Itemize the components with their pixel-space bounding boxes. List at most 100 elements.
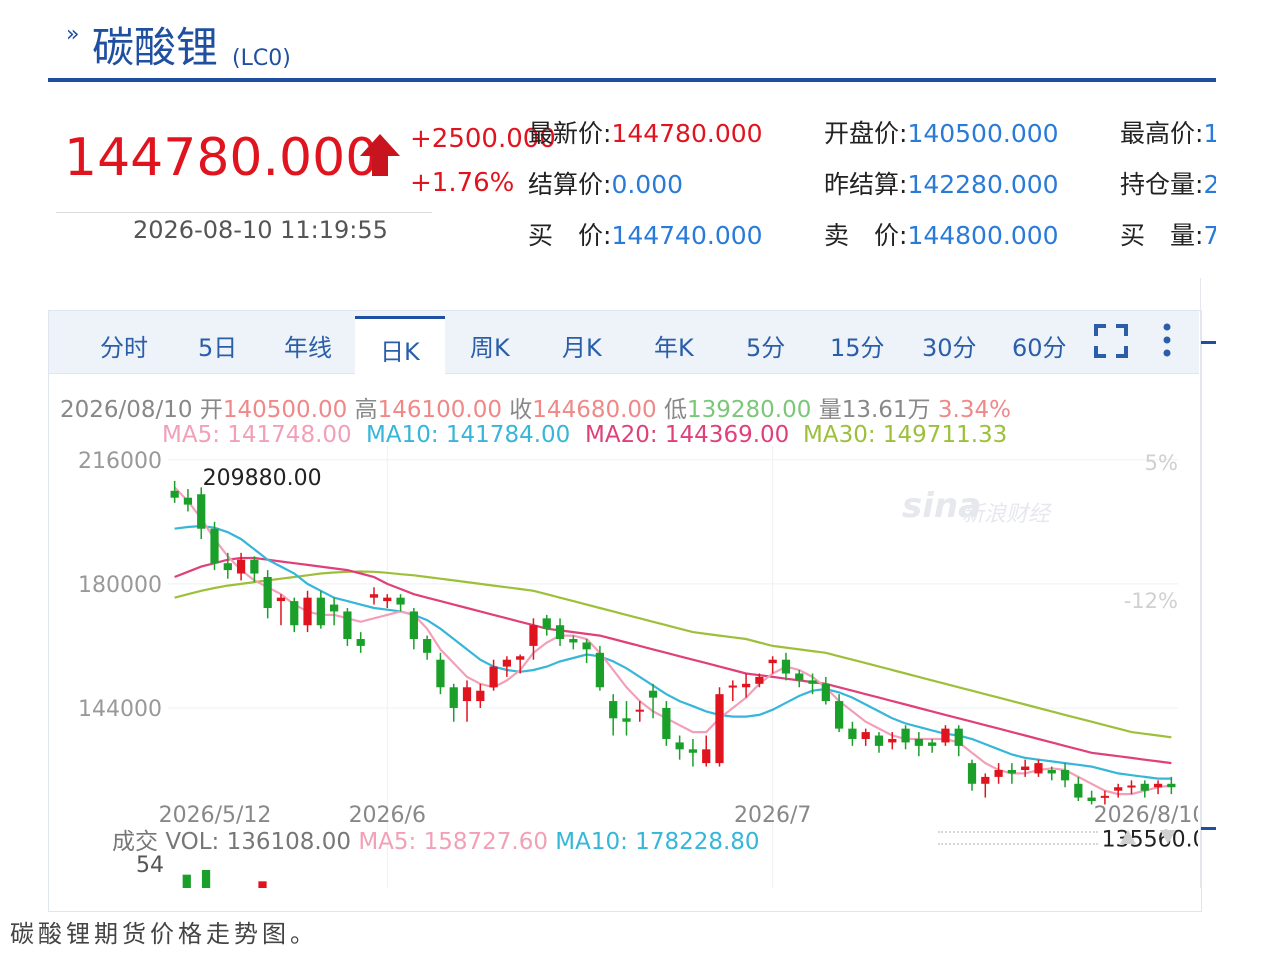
tab-3[interactable]: 日K	[380, 332, 420, 367]
candle-body	[901, 728, 910, 743]
candle-body	[1087, 797, 1096, 802]
pct-value: 3.34%	[937, 397, 1011, 423]
candle-body	[316, 597, 325, 626]
candle-body	[1127, 785, 1136, 788]
candle-body	[914, 738, 923, 746]
candle-body	[808, 680, 817, 684]
candle-body	[329, 604, 339, 612]
quote-cell: 开盘价:140500.000	[824, 114, 1059, 150]
tab-1[interactable]: 5日	[198, 328, 237, 363]
candle-body	[529, 625, 538, 646]
tab-0[interactable]: 分时	[100, 328, 148, 363]
candle-body	[861, 732, 870, 739]
quote-label: 开盘价:	[824, 119, 908, 148]
candle-body	[967, 763, 977, 784]
tab-2[interactable]: 年线	[284, 328, 332, 363]
page-title: 碳酸锂	[92, 23, 219, 72]
candle-body	[516, 656, 525, 660]
candle-body	[356, 639, 365, 646]
quote-cell: 买 价:144740.000	[528, 216, 763, 252]
tab-5[interactable]: 月K	[562, 328, 602, 363]
tab-8[interactable]: 15分	[830, 328, 885, 363]
tab-10[interactable]: 60分	[1012, 328, 1067, 363]
y-tick-label: 144000	[78, 697, 162, 722]
low-label: 低	[664, 397, 687, 423]
fullscreen-icon[interactable]	[1094, 324, 1128, 358]
candle-body	[635, 709, 644, 712]
candle-body	[369, 594, 379, 598]
candle-body	[941, 728, 950, 743]
candle-body	[183, 497, 193, 505]
candle-body	[1047, 770, 1056, 774]
candle-body	[449, 687, 458, 708]
candle-body	[609, 701, 618, 719]
candle-body	[383, 597, 392, 602]
quote-label: 结算价:	[528, 170, 612, 199]
candle-body	[741, 683, 751, 688]
quote-label: 卖 价:	[824, 221, 908, 250]
volume-bar	[182, 874, 191, 888]
candle-body	[502, 659, 512, 667]
open-value: 140500.00	[222, 397, 348, 423]
candle-body	[688, 749, 698, 753]
price-change-pct: +1.76%	[410, 168, 515, 198]
title-divider	[48, 78, 1216, 82]
candle-body	[834, 701, 844, 729]
candle-body	[954, 728, 963, 746]
vol-label: 量	[818, 397, 842, 423]
candle-body	[595, 652, 605, 688]
quote-cell: 持仓量:2	[1120, 165, 1216, 201]
up-arrow-icon	[360, 134, 400, 176]
tab-7[interactable]: 5分	[746, 328, 785, 363]
candle-body	[675, 742, 684, 750]
candle-body	[821, 683, 830, 702]
quote-label: 最高价:	[1120, 119, 1204, 148]
candle-body	[1007, 770, 1017, 774]
candle-body	[170, 490, 179, 498]
quote-cell: 最新价:144780.000	[528, 114, 763, 150]
candle-body	[1100, 795, 1110, 798]
quote-cell: 最高价:1	[1120, 114, 1216, 150]
candle-body	[462, 687, 472, 702]
candle-body	[1114, 787, 1123, 791]
candle-body	[303, 597, 312, 626]
candle-body	[436, 659, 445, 688]
candle-body	[1034, 763, 1043, 774]
more-menu-icon[interactable]	[1160, 322, 1174, 358]
quote-label: 买 量:	[1120, 221, 1204, 250]
double-chevron-icon: »	[66, 22, 80, 47]
quote-value: 144740.000	[611, 221, 763, 250]
volume-scroll-track[interactable]	[938, 831, 1098, 845]
candle-body	[1060, 770, 1070, 781]
quote-value: 2	[1203, 170, 1216, 199]
high-value: 146100.00	[377, 397, 502, 423]
current-price: 144780.000	[64, 128, 379, 188]
pct-axis-label: 5%	[1145, 451, 1178, 475]
quote-cell: 卖 价:144800.000	[824, 216, 1059, 252]
candle-body	[290, 601, 299, 626]
scroll-arrows-icon[interactable]	[1116, 828, 1176, 846]
tab-4[interactable]: 周K	[470, 328, 510, 363]
volume-bar	[201, 870, 211, 888]
candle-body	[1021, 766, 1030, 770]
candle-body	[555, 625, 565, 640]
candle-body	[994, 770, 1003, 777]
low-value: 139280.00	[687, 397, 812, 423]
tab-6[interactable]: 年K	[654, 328, 694, 363]
quote-cell: 结算价:0.000	[528, 165, 683, 201]
ma20-line	[174, 556, 1172, 765]
high-label: 高	[354, 397, 378, 423]
quote-value: 0.000	[611, 170, 684, 199]
candlestick-chart[interactable]: 2160001800001440002026/5/12 2026/6 2026/7 2…	[50, 440, 1198, 888]
volume-axis-top: 54	[136, 853, 164, 878]
volume-ma10: MA10: 178228.80	[555, 829, 760, 855]
x-tick-label: 2026/8/10	[1094, 803, 1198, 828]
candle-body	[662, 707, 671, 739]
tab-9[interactable]: 30分	[922, 328, 977, 363]
candle-body	[396, 597, 405, 605]
candle-body	[848, 728, 857, 739]
quote-value: 142280.000	[907, 170, 1059, 199]
ma10-line	[174, 524, 1172, 780]
side-marker	[1201, 341, 1216, 344]
candle-body	[343, 611, 352, 640]
